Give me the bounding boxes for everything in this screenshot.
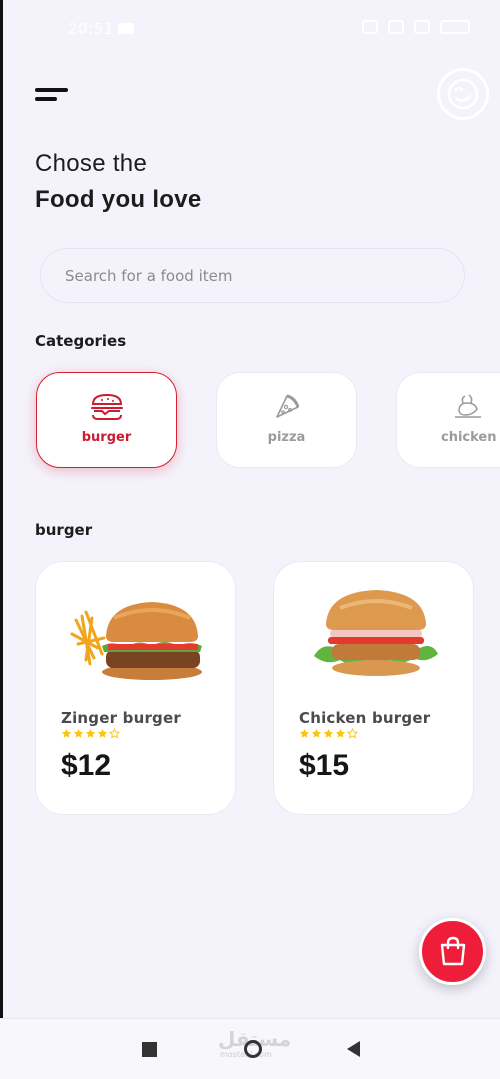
product-card-chicken-burger[interactable]: Chicken burger $15 (273, 561, 474, 815)
signal-icon (388, 20, 404, 34)
product-name: Zinger burger (61, 709, 181, 727)
product-name: Chicken burger (299, 709, 431, 727)
battery-icon (440, 20, 470, 34)
star-empty-icon (109, 728, 120, 739)
page-title-line2: Food you love (35, 186, 202, 213)
profile-avatar-icon[interactable] (437, 68, 489, 120)
rating-stars (299, 728, 358, 739)
home-button[interactable] (244, 1040, 262, 1058)
back-button[interactable] (347, 1041, 360, 1057)
burger-icon (90, 393, 124, 425)
category-burger[interactable]: burger (36, 372, 177, 468)
product-price: $12 (61, 749, 112, 782)
page-title-line1: Chose the (35, 150, 148, 177)
status-bar: 20:51 (0, 0, 500, 60)
recent-apps-button[interactable] (142, 1042, 157, 1057)
status-icons (362, 20, 470, 34)
star-empty-icon (347, 728, 358, 739)
star-filled-icon (335, 728, 346, 738)
star-filled-icon (299, 728, 310, 738)
product-price: $15 (299, 749, 350, 782)
chicken-burger-image (306, 584, 446, 692)
category-pizza[interactable]: pizza (216, 372, 357, 468)
screen-edge (0, 0, 3, 1079)
category-label: burger (81, 430, 132, 445)
shopping-bag-icon (440, 936, 466, 966)
search-input[interactable] (65, 249, 445, 302)
star-filled-icon (323, 728, 334, 738)
zinger-burger-image (64, 588, 214, 692)
categories-title: Categories (35, 332, 127, 350)
star-filled-icon (73, 728, 84, 738)
star-filled-icon (61, 728, 72, 738)
pizza-icon (273, 393, 301, 425)
product-card-zinger-burger[interactable]: Zinger burger $12 (35, 561, 236, 815)
category-label: chicken (441, 430, 497, 445)
rating-stars (61, 728, 120, 739)
chicken-icon (453, 393, 483, 425)
category-label: pizza (267, 430, 306, 445)
camera-icon (118, 23, 134, 34)
star-filled-icon (97, 728, 108, 738)
star-filled-icon (311, 728, 322, 738)
alarm-icon (362, 20, 378, 34)
system-nav-bar: مستقل mostaql.com (0, 1018, 500, 1079)
search-box[interactable] (40, 248, 465, 303)
menu-icon[interactable] (35, 86, 71, 106)
star-filled-icon (85, 728, 96, 738)
wifi-icon (414, 20, 430, 34)
cart-button[interactable] (419, 918, 486, 985)
status-time: 20:51 (68, 20, 114, 38)
category-chicken[interactable]: chicken (396, 372, 500, 468)
products-title: burger (35, 521, 93, 539)
